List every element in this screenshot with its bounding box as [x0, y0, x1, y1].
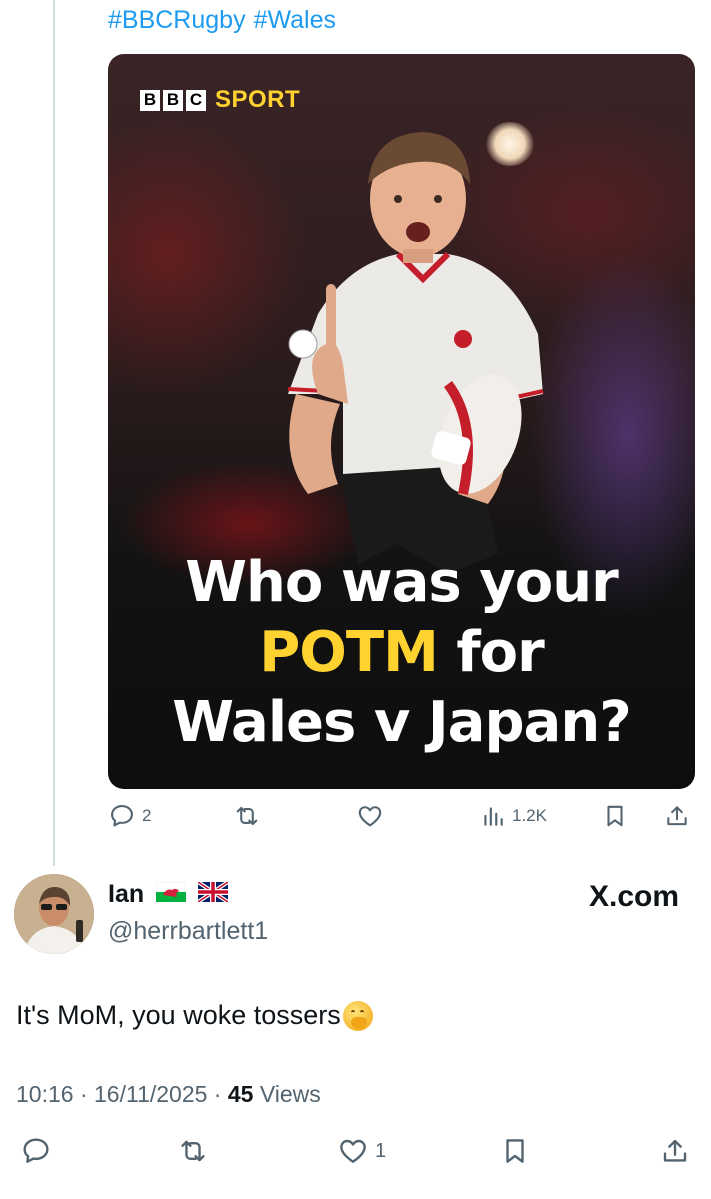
user-handle[interactable]: @herrbartlett1: [108, 917, 268, 946]
wales-flag-icon: [155, 881, 187, 907]
reply-text: It's MoM, you woke tossers: [16, 1000, 373, 1031]
share-button[interactable]: [664, 802, 690, 830]
logo-letter: C: [186, 89, 206, 111]
tweet-meta: 10:16 · 16/11/2025 · 45 Views: [16, 1081, 321, 1107]
repost-button[interactable]: [232, 802, 262, 830]
tweet-action-bar: 2 1.2K: [108, 802, 695, 836]
like-button[interactable]: [356, 802, 384, 830]
rugby-player-photo: [287, 132, 544, 574]
face-with-hand-over-mouth-icon: [342, 1000, 373, 1031]
media-headline: Who was your POTM for Wales v Japan?: [108, 548, 695, 758]
thread-line: [53, 0, 55, 866]
repost-icon: [236, 806, 258, 826]
share-icon: [667, 806, 687, 826]
repost-button[interactable]: [176, 1135, 210, 1167]
heart-icon: [358, 806, 382, 827]
logo-letter: B: [163, 89, 183, 111]
views-button[interactable]: 1.2K: [480, 802, 547, 830]
uk-flag-icon: [197, 880, 230, 907]
bookmark-icon: [607, 805, 623, 827]
analytics-icon: [484, 807, 503, 826]
display-name[interactable]: Ian: [108, 880, 144, 909]
share-icon: [663, 1139, 687, 1162]
x-com-watermark: X.com: [588, 880, 679, 913]
bookmark-icon: [506, 1139, 524, 1163]
bookmark-button[interactable]: [602, 802, 628, 830]
reply-text-content: It's MoM, you woke tossers: [16, 1000, 341, 1030]
reply-icon: [111, 805, 133, 827]
like-button[interactable]: 1: [337, 1135, 386, 1167]
hashtags: #BBCRugby #Wales: [108, 6, 344, 35]
bookmark-button[interactable]: [500, 1135, 530, 1167]
headline-highlight: POTM: [259, 620, 439, 685]
avatar[interactable]: [14, 874, 94, 954]
tweet-media-image[interactable]: B B C SPORT Who was your POTM for Wales …: [108, 54, 695, 789]
views-label: Views: [259, 1081, 321, 1107]
timestamp-date[interactable]: 16/11/2025: [94, 1081, 207, 1107]
hashtag-link[interactable]: #BBCRugby: [108, 6, 246, 34]
reply-icon: [23, 1138, 49, 1163]
reply-count: 2: [142, 806, 152, 825]
like-count: 1: [375, 1139, 387, 1162]
hashtag-link[interactable]: #Wales: [254, 6, 336, 34]
share-button[interactable]: [660, 1135, 690, 1167]
headline-line-1: Who was your: [185, 550, 618, 615]
logo-letter: B: [140, 89, 160, 111]
timestamp-time[interactable]: 10:16: [16, 1081, 74, 1107]
reply-button[interactable]: [20, 1135, 52, 1167]
heart-icon: [340, 1139, 366, 1163]
reply-author[interactable]: Ian: [108, 880, 230, 909]
avatar-photo: [14, 874, 94, 954]
views-count: 1.2K: [512, 806, 547, 825]
views-count: 45: [227, 1081, 254, 1107]
headline-line-2: for: [456, 620, 544, 685]
repost-icon: [181, 1140, 205, 1162]
reply-action-bar: 1: [0, 1135, 711, 1175]
headline-line-3: Wales v Japan?: [172, 690, 631, 755]
reply-button[interactable]: 2: [108, 802, 151, 830]
